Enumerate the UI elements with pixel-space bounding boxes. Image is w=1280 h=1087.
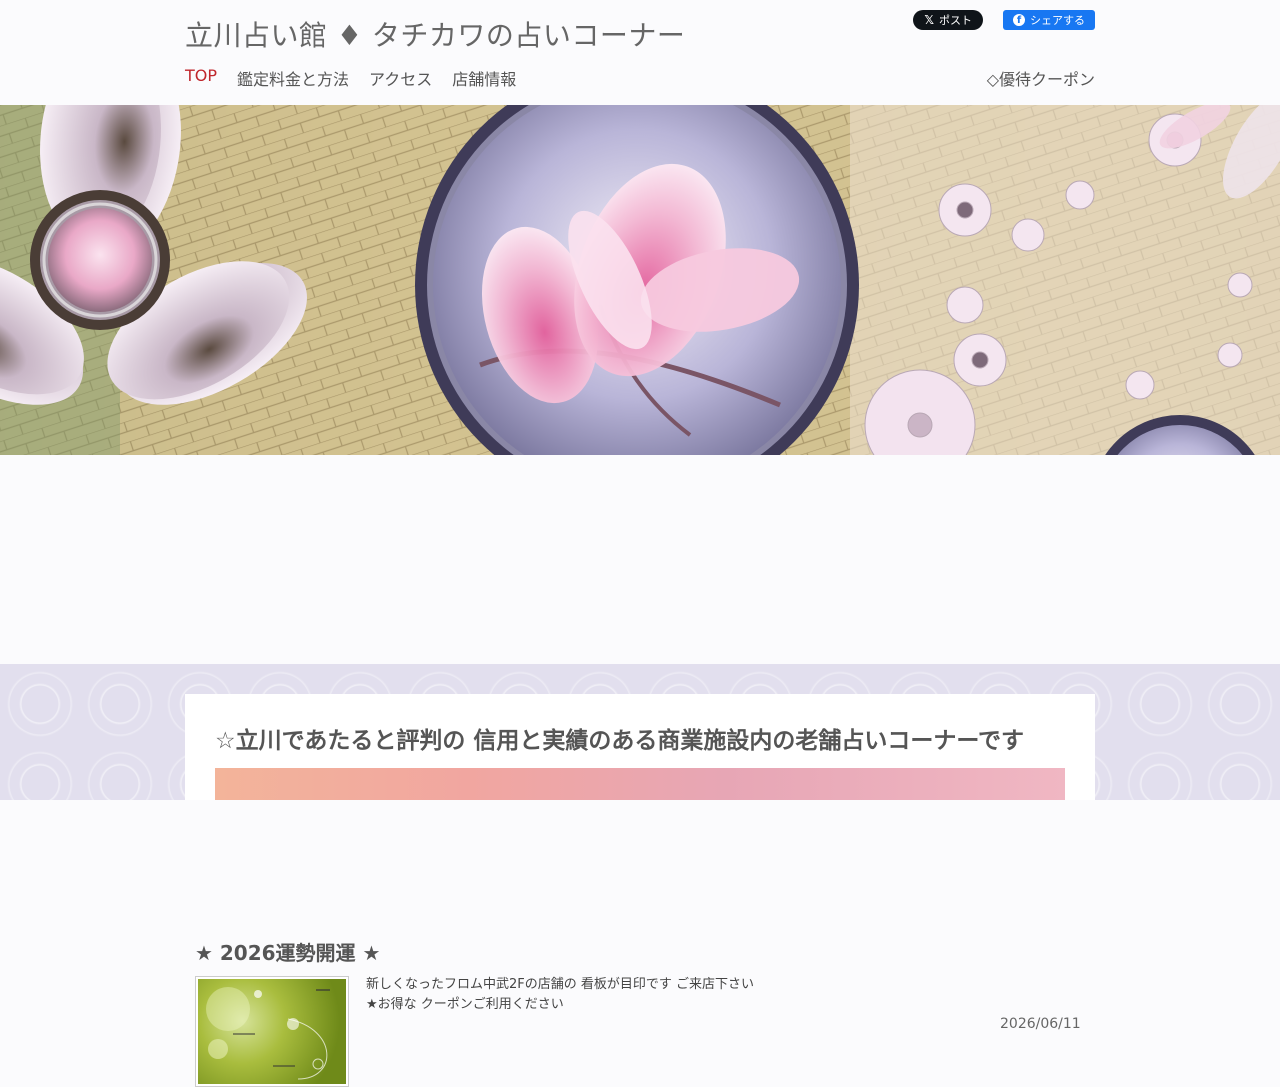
news-thumbnail-image [198, 979, 346, 1084]
nav-item-pricing[interactable]: 鑑定料金と方法 [237, 66, 349, 90]
coupon-link[interactable]: ◇優待クーポン [987, 66, 1095, 90]
news-line-1: 新しくなったフロム中武2Fの店舗の 看板が目印です ご来店下さい [366, 977, 755, 992]
main-nav: TOP 鑑定料金と方法 アクセス 店舗情報 [185, 66, 516, 90]
hero-illustration [0, 105, 1280, 455]
news-thumbnail[interactable] [195, 976, 349, 1087]
news-title: ★ 2026運勢開運 ★ [195, 941, 381, 965]
news-section: ★ 2026運勢開運 ★ 新しくなったフロム中武2Fの店舗の 看板が目印です ご… [0, 455, 1280, 1087]
intro-image [215, 768, 1065, 800]
nav-item-access[interactable]: アクセス [369, 66, 432, 90]
site-title[interactable]: 立川占い館 ♦ タチカワの占いコーナー [185, 14, 685, 54]
nav-item-top[interactable]: TOP [185, 66, 217, 90]
news-line-2: ★お得な クーポンご利用ください [366, 997, 564, 1012]
social-buttons: 𝕏 ポスト f シェアする [913, 10, 1095, 30]
facebook-icon: f [1013, 14, 1025, 26]
news-date: 2026/06/11 [1000, 1016, 1081, 1032]
facebook-share-button[interactable]: f シェアする [1003, 10, 1095, 30]
intro-heading: ☆立川であたると評判の 信用と実績のある商業施設内の老舗占いコーナーです [215, 728, 1025, 754]
x-post-button[interactable]: 𝕏 ポスト [913, 10, 983, 30]
header: 立川占い館 ♦ タチカワの占いコーナー 𝕏 ポスト f シェアする TOP 鑑定… [0, 0, 1280, 105]
center-orb [415, 105, 859, 455]
x-logo-icon: 𝕏 [924, 13, 934, 27]
hero-banner-image [0, 105, 1280, 455]
news-body: 新しくなったフロム中武2Fの店舗の 看板が目印です ご来店下さい ★お得な クー… [366, 975, 754, 1015]
facebook-share-label: シェアする [1030, 14, 1085, 27]
nav-item-shop-info[interactable]: 店舗情報 [452, 66, 516, 90]
x-post-label: ポスト [939, 14, 972, 27]
